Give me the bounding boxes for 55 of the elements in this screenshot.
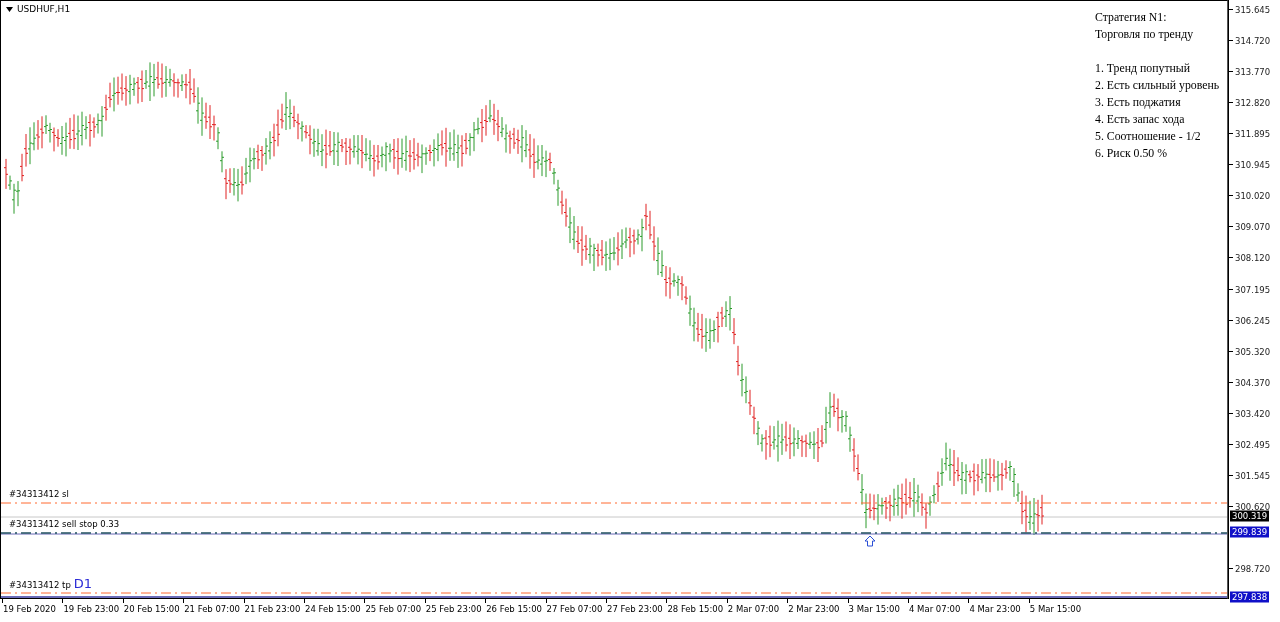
strategy-subtitle: Торговля по тренду <box>1095 26 1195 43</box>
price-tick: 305.320 <box>1235 346 1271 357</box>
time-tick: 19 Feb 23:00 <box>63 604 120 614</box>
price-tick: 298.720 <box>1235 564 1271 575</box>
checklist-item: 4. Есть запас хода <box>1095 111 1186 128</box>
time-tick: 4 Mar 23:00 <box>969 604 1021 614</box>
time-tick: 21 Feb 07:00 <box>184 604 240 614</box>
time-tick: 26 Feb 15:00 <box>486 604 542 614</box>
price-tick: 309.070 <box>1235 222 1271 233</box>
price-marker: 299.839 <box>1230 526 1270 538</box>
order-label: #34313412 sl <box>9 489 69 499</box>
price-tick: 311.895 <box>1235 129 1271 140</box>
time-tick: 25 Feb 23:00 <box>425 604 482 614</box>
time-tick: 3 Mar 15:00 <box>848 604 900 614</box>
price-tick: 306.245 <box>1235 315 1271 326</box>
time-tick: 21 Feb 23:00 <box>244 604 301 614</box>
price-tick: 310.020 <box>1235 191 1271 202</box>
price-tick: 310.945 <box>1235 160 1271 171</box>
price-marker: 300.319 <box>1230 510 1270 522</box>
time-tick: 27 Feb 23:00 <box>607 604 663 614</box>
time-tick: 24 Feb 15:00 <box>305 604 361 614</box>
price-tick: 312.820 <box>1235 98 1271 109</box>
price-tick: 315.645 <box>1235 5 1271 15</box>
price-tick: 303.420 <box>1235 408 1271 419</box>
time-tick: 5 Mar 15:00 <box>1029 604 1082 614</box>
order-tag: D1 <box>73 576 93 591</box>
price-tick: 301.545 <box>1235 470 1271 481</box>
dropdown-icon[interactable] <box>6 6 13 12</box>
time-tick: 25 Feb 07:00 <box>365 604 422 614</box>
order-line[interactable] <box>1 532 1227 535</box>
order-label: #34313412 tp <box>9 580 71 590</box>
price-tick: 314.720 <box>1235 36 1271 47</box>
time-tick: 28 Feb 15:00 <box>667 604 724 614</box>
checklist-item: 6. Риск 0.50 % <box>1095 145 1168 162</box>
price-tick: 300.620 <box>1235 501 1271 512</box>
time-tick: 20 Feb 15:00 <box>123 604 180 614</box>
checklist-item: 5. Соотношение - 1/2 <box>1095 128 1202 145</box>
price-tick: 307.195 <box>1235 284 1271 295</box>
price-tick: 313.770 <box>1235 67 1271 78</box>
time-tick: 27 Feb 07:00 <box>546 604 603 614</box>
strategy-title: Стратегия N1: <box>1095 9 1168 26</box>
checklist-item: 1. Тренд попутный <box>1095 60 1192 77</box>
checklist-item: 2. Есть сильный уровень <box>1095 77 1220 94</box>
time-tick: 19 Feb 2020 <box>3 604 56 614</box>
checklist-item: 3. Есть поджатия <box>1095 94 1182 111</box>
time-tick: 4 Mar 07:00 <box>909 604 961 614</box>
time-tick: 2 Mar 07:00 <box>727 604 780 614</box>
price-marker: 297.838 <box>1230 591 1270 603</box>
price-tick: 304.370 <box>1235 377 1271 388</box>
price-tick: 308.120 <box>1235 253 1271 264</box>
symbol-label: USDHUF,H1 <box>17 4 71 14</box>
order-label: #34313412 sell stop 0.33 <box>9 519 120 529</box>
up-arrow-icon <box>864 535 876 547</box>
time-tick: 2 Mar 23:00 <box>788 604 840 614</box>
price-tick: 302.495 <box>1235 439 1271 450</box>
